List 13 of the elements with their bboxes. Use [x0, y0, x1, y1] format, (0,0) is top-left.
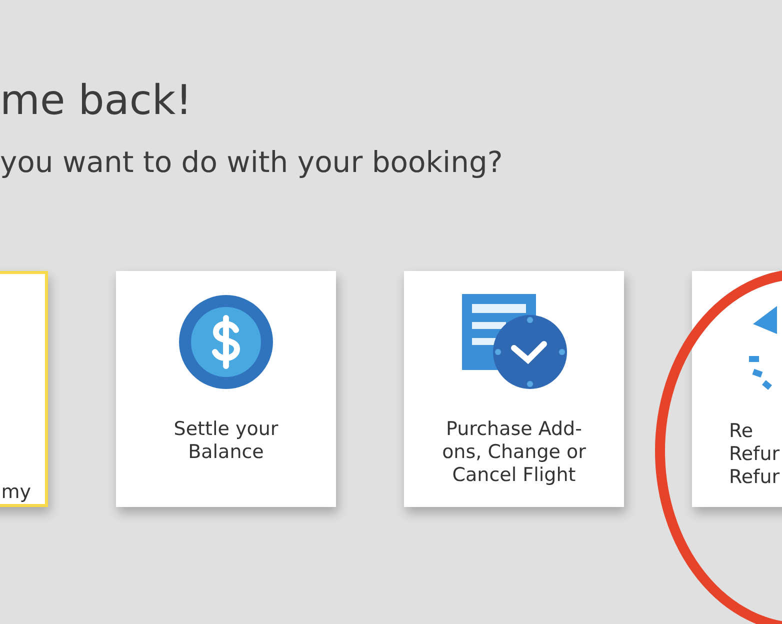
option-card[interactable]: my	[0, 271, 48, 507]
card-label: Settle your Balance	[174, 418, 278, 464]
dollar-coin-icon	[178, 294, 274, 390]
option-card[interactable]: Re Refur Refur	[692, 271, 782, 507]
refresh-arrow-icon	[747, 304, 777, 390]
page-subheading: you want to do with your booking?	[0, 144, 504, 181]
document-clock-icon	[460, 292, 568, 390]
page-heading: me back!	[0, 75, 194, 126]
card-label: Purchase Add- ons, Change or Cancel Flight	[442, 418, 586, 487]
option-card[interactable]: Purchase Add- ons, Change or Cancel Flight	[404, 271, 624, 507]
card-label: my	[1, 481, 32, 504]
card-label: Re Refur Refur	[728, 420, 780, 489]
option-card[interactable]: Settle your Balance	[116, 271, 336, 507]
